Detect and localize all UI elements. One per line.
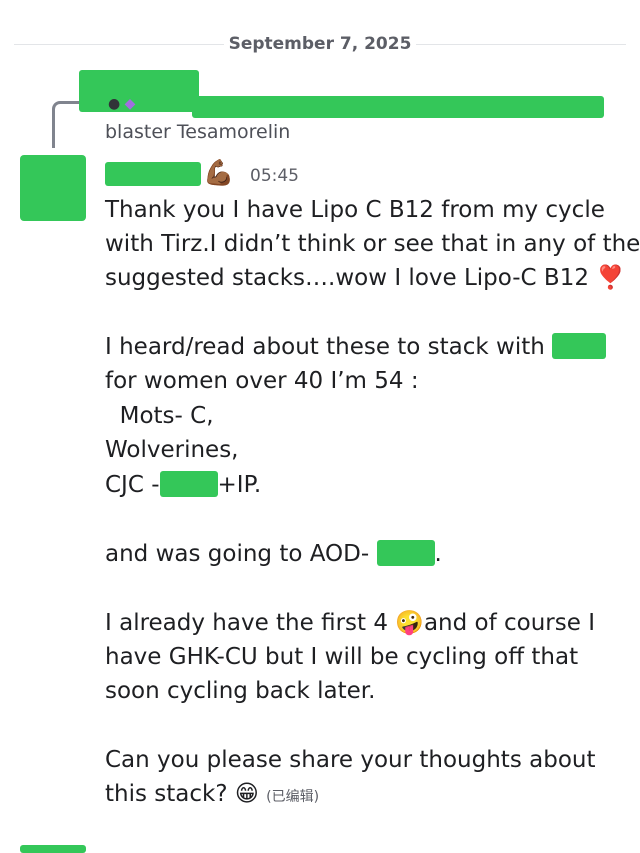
- message-line: Thank you I have Lipo C B12 from my cycl…: [105, 197, 605, 223]
- message-text: +IP.: [217, 472, 262, 498]
- message-line: Can you please share your thoughts about: [105, 747, 596, 773]
- message-text: I heard/read about these to stack with: [105, 334, 545, 360]
- message-line: for women over 40 I’m 54 :: [105, 368, 419, 394]
- message-line: CJC - +IP.: [105, 468, 261, 502]
- message-text: this stack?: [105, 781, 228, 807]
- avatar[interactable]: [20, 155, 86, 221]
- redacted-word: [552, 333, 607, 359]
- zany-face-emoji-icon: 🤪: [395, 610, 424, 636]
- message-line: and was going to AOD- .: [105, 537, 442, 571]
- message-line: I already have the first 4 🤪and of cours…: [105, 606, 595, 640]
- message-text: I already have the first 4: [105, 610, 388, 636]
- redacted-word: [376, 540, 435, 566]
- next-avatar[interactable]: [20, 845, 86, 853]
- muscle-emoji-icon: 💪🏾: [203, 158, 235, 187]
- message-line: with Tirz.I didn’t think or see that in …: [105, 231, 640, 257]
- message-text: CJC -: [105, 472, 160, 498]
- redacted-reply-content: [192, 96, 604, 118]
- message-timestamp: 05:45: [250, 166, 299, 186]
- redacted-reply-author: [79, 70, 199, 112]
- message-line: Wolverines,: [105, 437, 239, 463]
- edited-label: (已编辑): [266, 789, 320, 805]
- redacted-word: [159, 471, 218, 497]
- date-separator: September 7, 2025: [228, 34, 412, 54]
- reply-author-icons: ● ◆: [108, 96, 135, 112]
- reply-preview-text[interactable]: blaster Tesamorelin: [105, 121, 290, 143]
- grin-emoji-icon: 😁: [234, 781, 259, 807]
- message-text: and was going to AOD-: [105, 541, 370, 567]
- message-line: I heard/read about these to stack with: [105, 330, 607, 364]
- message-line: suggested stacks….wow I love Lipo-C B12 …: [105, 261, 625, 295]
- message-line: this stack? 😁 (已编辑): [105, 777, 319, 814]
- message-text: suggested stacks….wow I love Lipo-C B12: [105, 265, 589, 291]
- diamond-badge-icon: ◆: [124, 96, 136, 112]
- avatar-icon: ●: [108, 96, 121, 112]
- message-line: soon cycling back later.: [105, 678, 376, 704]
- message-line: have GHK-CU but I will be cycling off th…: [105, 644, 579, 670]
- message-text: and of course I: [423, 610, 595, 636]
- date-divider-left: [14, 44, 224, 45]
- heart-emoji-icon: ❣️: [596, 265, 625, 291]
- redacted-username[interactable]: [105, 162, 201, 186]
- message-text: .: [434, 541, 442, 567]
- message-line: Mots- C,: [105, 403, 214, 429]
- date-divider-right: [416, 44, 626, 45]
